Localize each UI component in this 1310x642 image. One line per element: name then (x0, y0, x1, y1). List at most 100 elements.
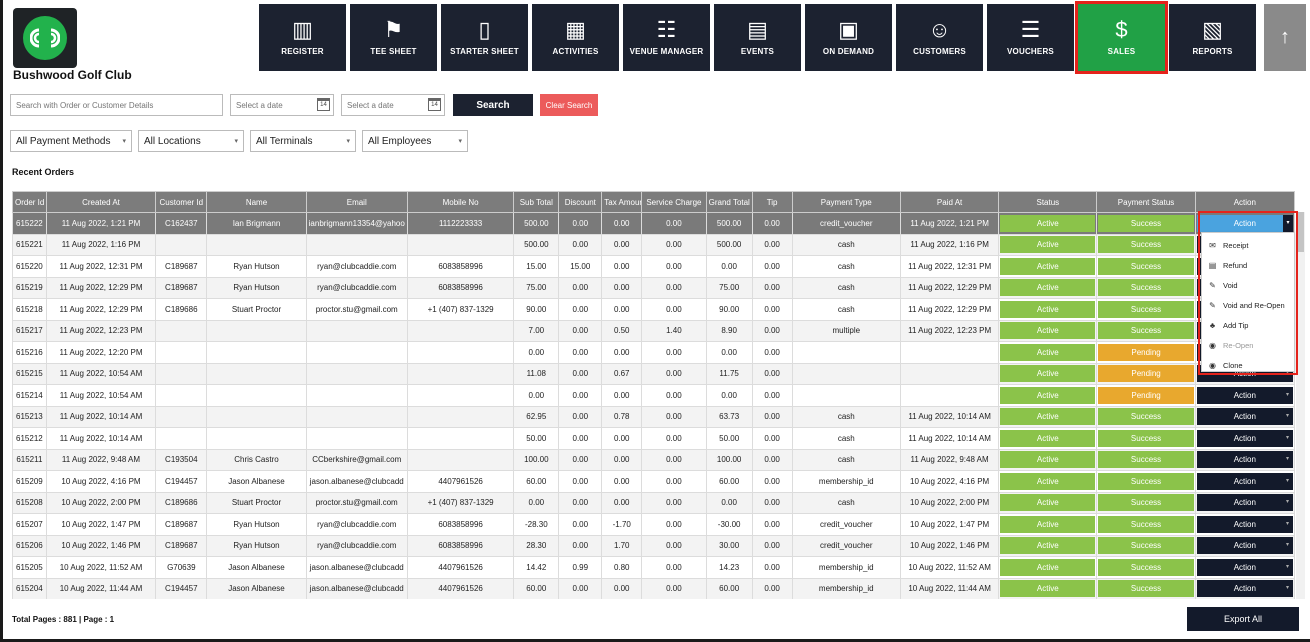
table-cell: 0.00 (558, 491, 603, 514)
action-button[interactable]: Action ▾ (1196, 214, 1293, 232)
payment-status-badge: Success (1098, 236, 1194, 254)
menu-item-receipt[interactable]: ✉ Receipt (1202, 235, 1294, 255)
action-button[interactable]: Action ▾ (1196, 558, 1293, 576)
table-cell: multiple (791, 319, 902, 342)
menu-item-add-tip[interactable]: ♣ Add Tip (1202, 315, 1294, 335)
void-reopen-icon: ✎ (1209, 300, 1216, 310)
menu-item-clone[interactable]: ◉ Clone (1202, 355, 1294, 375)
column-header[interactable]: Payment Type (791, 191, 902, 213)
action-cell: Action ▾ (1194, 384, 1296, 407)
table-cell: 0.00 (751, 362, 793, 385)
club-logo[interactable] (13, 8, 77, 68)
action-button[interactable]: Action ▾ (1196, 429, 1293, 447)
table-row[interactable]: 615204 10 Aug 2022, 11:44 AM C194457 Jason … (12, 577, 1296, 599)
table-row[interactable]: 615219 11 Aug 2022, 12:29 PM C189687 Ryan H… (12, 276, 1296, 299)
nav-vouchers-button[interactable]: ☰ VOUCHERS (987, 4, 1074, 71)
column-header[interactable]: Paid At (899, 191, 1000, 213)
table-row[interactable]: 615216 11 Aug 2022, 12:20 PM 0.00 0.00 0.00 0… (12, 341, 1296, 364)
reopen-eye-icon: ◉ (1209, 340, 1216, 350)
table-row[interactable]: 615208 10 Aug 2022, 2:00 PM C189686 Stuart … (12, 491, 1296, 514)
nav-activities-button[interactable]: ▦ ACTIVITIES (532, 4, 619, 71)
table-row[interactable]: 615218 11 Aug 2022, 12:29 PM C189686 Stuart… (12, 298, 1296, 321)
scroll-up-button[interactable]: ↑ (1264, 4, 1306, 71)
action-button[interactable]: Action ▾ (1196, 451, 1293, 469)
nav-tee-sheet-button[interactable]: ⚑ TEE SHEET (350, 4, 437, 71)
column-header[interactable]: Grand Total (705, 191, 753, 213)
table-row[interactable]: 615205 10 Aug 2022, 11:52 AM G70639 Jason A… (12, 556, 1296, 579)
column-header[interactable]: Tip (751, 191, 793, 213)
action-button[interactable]: Action ▾ (1196, 386, 1293, 404)
column-header[interactable]: Payment Status (1096, 191, 1196, 213)
table-cell: 0.99 (558, 556, 603, 579)
column-header[interactable]: Created At (45, 191, 157, 213)
payment-status-cell: Success (1096, 577, 1196, 599)
column-header[interactable]: Mobile No (406, 191, 515, 213)
column-header[interactable]: Status (998, 191, 1098, 213)
search-input[interactable] (10, 94, 223, 116)
status-cell: Active (998, 577, 1098, 599)
search-button[interactable]: Search (453, 94, 533, 116)
nav-venue-manager-button[interactable]: ☷ VENUE MANAGER (623, 4, 710, 71)
action-button[interactable]: Action ▾ (1196, 472, 1293, 490)
nav-reports-button[interactable]: ▧ REPORTS (1169, 4, 1256, 71)
table-row[interactable]: 615221 11 Aug 2022, 1:16 PM 500.00 0.00 0.00… (12, 233, 1296, 256)
action-button[interactable]: Action ▾ (1196, 580, 1293, 598)
menu-item-void-and-re-open[interactable]: ✎ Void and Re-Open (1202, 295, 1294, 315)
column-header[interactable]: Customer Id (155, 191, 208, 213)
column-header[interactable]: Email (305, 191, 408, 213)
table-cell (791, 341, 902, 364)
table-cell: 0.00 (641, 233, 707, 256)
column-header[interactable]: Order Id (12, 191, 47, 213)
nav-sales-button[interactable]: $ SALES (1075, 1, 1168, 74)
nav-register-button[interactable]: ▥ REGISTER (259, 4, 346, 71)
table-row[interactable]: 615217 11 Aug 2022, 12:23 PM 7.00 0.00 0.50 1… (12, 319, 1296, 342)
column-header[interactable]: Discount (558, 191, 603, 213)
column-header[interactable]: Tax Amount (601, 191, 643, 213)
employee-select[interactable]: All Employees ▾ (362, 130, 468, 152)
scrollbar-thumb[interactable] (1297, 212, 1304, 252)
column-header[interactable]: Service Charge (641, 191, 707, 213)
calendar-icon[interactable]: 14 (428, 98, 441, 111)
action-button[interactable]: Action ▾ (1196, 537, 1293, 555)
menu-item-void[interactable]: ✎ Void (1202, 275, 1294, 295)
payment-method-select[interactable]: All Payment Methods ▾ (10, 130, 132, 152)
menu-item-refund[interactable]: ▤ Refund (1202, 255, 1294, 275)
export-all-button[interactable]: Export All (1187, 607, 1299, 631)
terminal-select[interactable]: All Terminals ▾ (250, 130, 356, 152)
action-label: Action (1233, 412, 1256, 422)
nav-customers-button[interactable]: ☺ CUSTOMERS (896, 4, 983, 71)
table-cell: cash (791, 427, 902, 450)
table-row[interactable]: 615207 10 Aug 2022, 1:47 PM C189687 Ryan Hu… (12, 513, 1296, 536)
table-row[interactable]: 615214 11 Aug 2022, 10:54 AM 0.00 0.00 0.00 0… (12, 384, 1296, 407)
table-scrollbar[interactable] (1296, 212, 1305, 599)
clear-search-button[interactable]: Clear Search (540, 94, 598, 116)
column-header[interactable]: Name (206, 191, 307, 213)
column-header[interactable]: Sub Total (513, 191, 560, 213)
nav-on-demand-button[interactable]: ▣ ON DEMAND (805, 4, 892, 71)
table-row[interactable]: 615209 10 Aug 2022, 4:16 PM C194457 Jason A… (12, 470, 1296, 493)
reports-chart-icon: ▧ (1202, 17, 1223, 42)
nav-starter-sheet-button[interactable]: ▯ STARTER SHEET (441, 4, 528, 71)
action-button[interactable]: Action ▾ (1196, 494, 1293, 512)
column-header[interactable]: Action (1194, 191, 1296, 213)
location-select[interactable]: All Locations ▾ (138, 130, 244, 152)
table-row[interactable]: 615215 11 Aug 2022, 10:54 AM 11.08 0.00 0.67… (12, 362, 1296, 385)
payment-status-cell: Success (1096, 212, 1196, 235)
table-row[interactable]: 615212 11 Aug 2022, 10:14 AM 50.00 0.00 0.00… (12, 427, 1296, 450)
action-button[interactable]: Action ▾ (1196, 408, 1293, 426)
table-row[interactable]: 615211 11 Aug 2022, 9:48 AM C193504 Chris C… (12, 448, 1296, 471)
status-badge: Active (1000, 279, 1096, 297)
menu-item-label: Add Tip (1223, 320, 1249, 330)
action-cell: Action ▾ (1194, 470, 1296, 493)
nav-label: VENUE MANAGER (629, 47, 704, 56)
action-button[interactable]: Action ▾ (1196, 515, 1293, 533)
table-row[interactable]: 615206 10 Aug 2022, 1:46 PM C189687 Ryan Hu… (12, 534, 1296, 557)
table-cell: 0.00 (751, 427, 793, 450)
table-row[interactable]: 615213 11 Aug 2022, 10:14 AM 62.95 0.00 0.78… (12, 405, 1296, 428)
nav-events-button[interactable]: ▤ EVENTS (714, 4, 801, 71)
table-cell: C194457 (155, 470, 208, 493)
table-cell: 0.78 (601, 405, 643, 428)
calendar-icon[interactable]: 14 (317, 98, 330, 111)
table-row[interactable]: 615222 11 Aug 2022, 1:21 PM C162437 Ian Bri… (12, 212, 1296, 235)
table-row[interactable]: 615220 11 Aug 2022, 12:31 PM C189687 Ryan H… (12, 255, 1296, 278)
